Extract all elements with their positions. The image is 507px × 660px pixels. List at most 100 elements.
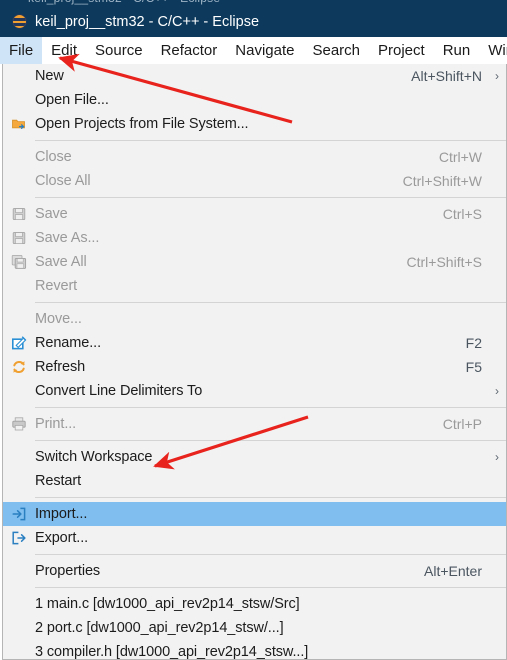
menu-item-shortcut: Ctrl+Shift+W [402, 173, 482, 189]
menu-row-icon-slot [3, 307, 35, 331]
menu-item-label: Save As... [35, 230, 100, 246]
menu-item-shortcut: F5 [465, 359, 482, 375]
menu-separator [35, 587, 506, 588]
menu-item-export[interactable]: Export...› [3, 526, 506, 550]
menu-item-label: 1 main.c [dw1000_api_rev2p14_stsw/Src] [35, 596, 300, 612]
menu-item-label: Print... [35, 416, 77, 432]
menu-item-label: Rename... [35, 335, 101, 351]
menu-separator [35, 407, 506, 408]
menu-item-restart[interactable]: Restart› [3, 469, 506, 493]
menu-item-new[interactable]: New Alt+Shift+N › [3, 64, 506, 88]
eclipse-icon [12, 14, 27, 29]
menu-item-shortcut: Ctrl+W [438, 149, 482, 165]
menu-item-rename[interactable]: Rename...F2› [3, 331, 506, 355]
menu-separator [35, 140, 506, 141]
menu-item-switch-workspace[interactable]: Switch Workspace › [3, 445, 506, 469]
menu-item-close: CloseCtrl+W› [3, 145, 506, 169]
menu-separator [35, 497, 506, 498]
menu-item-convert-line-delimiters-to[interactable]: Convert Line Delimiters To › [3, 379, 506, 403]
menubar-item-source[interactable]: Source [86, 37, 152, 64]
menu-row-icon-slot [3, 274, 35, 298]
menu-item-label: Import... [35, 506, 88, 522]
menu-item-label: Close [35, 149, 72, 165]
menu-separator [35, 554, 506, 555]
menu-item-label: New [35, 68, 64, 84]
menu-item-2-port-c-dw1000-api-rev2p14-stsw[interactable]: 2 port.c [dw1000_api_rev2p14_stsw/...]› [3, 616, 506, 640]
menubar-item-win[interactable]: Win [479, 37, 507, 64]
menu-item-close-all: Close AllCtrl+Shift+W› [3, 169, 506, 193]
menu-item-label: Save All [35, 254, 87, 270]
menu-row-icon-slot [3, 592, 35, 616]
menu-item-shortcut: Alt+Shift+N [411, 68, 482, 84]
window-title: keil_proj__stm32 - C/C++ - Eclipse [35, 13, 260, 30]
menu-item-label: Refresh [35, 359, 86, 375]
menu-item-label: 2 port.c [dw1000_api_rev2p14_stsw/...] [35, 620, 284, 636]
menu-separator [35, 440, 506, 441]
menu-item-move: Move...› [3, 307, 506, 331]
menu-row-icon-slot [3, 379, 35, 403]
menu-item-3-compiler-h-dw1000-api-rev2p14-stsw[interactable]: 3 compiler.h [dw1000_api_rev2p14_stsw...… [3, 640, 506, 660]
menu-row-icon-slot [3, 616, 35, 640]
folder-import-icon [3, 112, 35, 136]
menu-item-save-as: Save As...› [3, 226, 506, 250]
file-menu-list: NewAlt+Shift+N›Open File...›Open Project… [3, 64, 506, 660]
menu-item-properties[interactable]: PropertiesAlt+Enter› [3, 559, 506, 583]
menu-item-label: 3 compiler.h [dw1000_api_rev2p14_stsw...… [35, 644, 309, 660]
menu-item-label: Revert [35, 278, 78, 294]
menubar-item-navigate[interactable]: Navigate [226, 37, 303, 64]
menu-item-revert: Revert› [3, 274, 506, 298]
menu-row-icon-slot [3, 64, 35, 88]
menu-item-open-projects-from-file-system[interactable]: Open Projects from File System...› [3, 112, 506, 136]
menu-item-label: Save [35, 206, 68, 222]
menu-item-save: SaveCtrl+S› [3, 202, 506, 226]
menu-item-label: Export... [35, 530, 89, 546]
menu-item-import[interactable]: Import...› [3, 502, 506, 526]
save-as-icon [3, 226, 35, 250]
menubar-item-run[interactable]: Run [434, 37, 480, 64]
menu-item-shortcut: Ctrl+Shift+S [406, 254, 482, 270]
menu-item-refresh[interactable]: RefreshF5› [3, 355, 506, 379]
menu-separator [35, 302, 506, 303]
file-menu-dropdown: NewAlt+Shift+N›Open File...›Open Project… [2, 64, 507, 660]
menu-item-label: Move... [35, 311, 82, 327]
menu-item-1-main-c-dw1000-api-rev2p14-stsw-src[interactable]: 1 main.c [dw1000_api_rev2p14_stsw/Src]› [3, 592, 506, 616]
menu-item-label: Open Projects from File System... [35, 116, 249, 132]
submenu-chevron-right-icon: › [495, 450, 499, 464]
window-titlebar: keil_proj__stm32 - C/C++ - Eclipse [0, 6, 507, 37]
menubar-item-edit[interactable]: Edit [42, 37, 86, 64]
menu-item-label: Switch Workspace [35, 449, 153, 465]
menu-row-icon-slot [3, 145, 35, 169]
menu-item-open-file[interactable]: Open File...› [3, 88, 506, 112]
menu-item-label: Restart [35, 473, 82, 489]
menubar-item-search[interactable]: Search [303, 37, 369, 64]
submenu-chevron-right-icon: › [495, 69, 499, 83]
refresh-icon [3, 355, 35, 379]
menu-item-shortcut: F2 [465, 335, 482, 351]
import-icon [3, 502, 35, 526]
menu-row-icon-slot [3, 640, 35, 659]
print-icon [3, 412, 35, 436]
export-icon [3, 526, 35, 550]
rename-icon [3, 331, 35, 355]
menu-row-icon-slot [3, 559, 35, 583]
menu-item-shortcut: Ctrl+S [442, 206, 482, 222]
background-window-title: keil_proj__stm32 - C/C++ - Eclipse [28, 0, 220, 5]
menu-item-label: Convert Line Delimiters To [35, 383, 203, 399]
menu-item-print: Print...Ctrl+P› [3, 412, 506, 436]
menu-item-shortcut: Ctrl+P [442, 416, 482, 432]
menu-row-icon-slot [3, 88, 35, 112]
save-all-icon [3, 250, 35, 274]
menu-row-icon-slot [3, 445, 35, 469]
menubar-item-refactor[interactable]: Refactor [152, 37, 227, 64]
save-icon [3, 202, 35, 226]
menu-item-label: Close All [35, 173, 91, 189]
submenu-chevron-right-icon: › [495, 384, 499, 398]
menu-item-save-all: Save AllCtrl+Shift+S› [3, 250, 506, 274]
menu-item-label: Open File... [35, 92, 109, 108]
menu-separator [35, 197, 506, 198]
menu-item-label: Properties [35, 563, 101, 579]
menu-item-shortcut: Alt+Enter [424, 563, 482, 579]
menubar-item-project[interactable]: Project [369, 37, 434, 64]
menu-row-icon-slot [3, 469, 35, 493]
menubar-item-file[interactable]: File [0, 37, 43, 64]
